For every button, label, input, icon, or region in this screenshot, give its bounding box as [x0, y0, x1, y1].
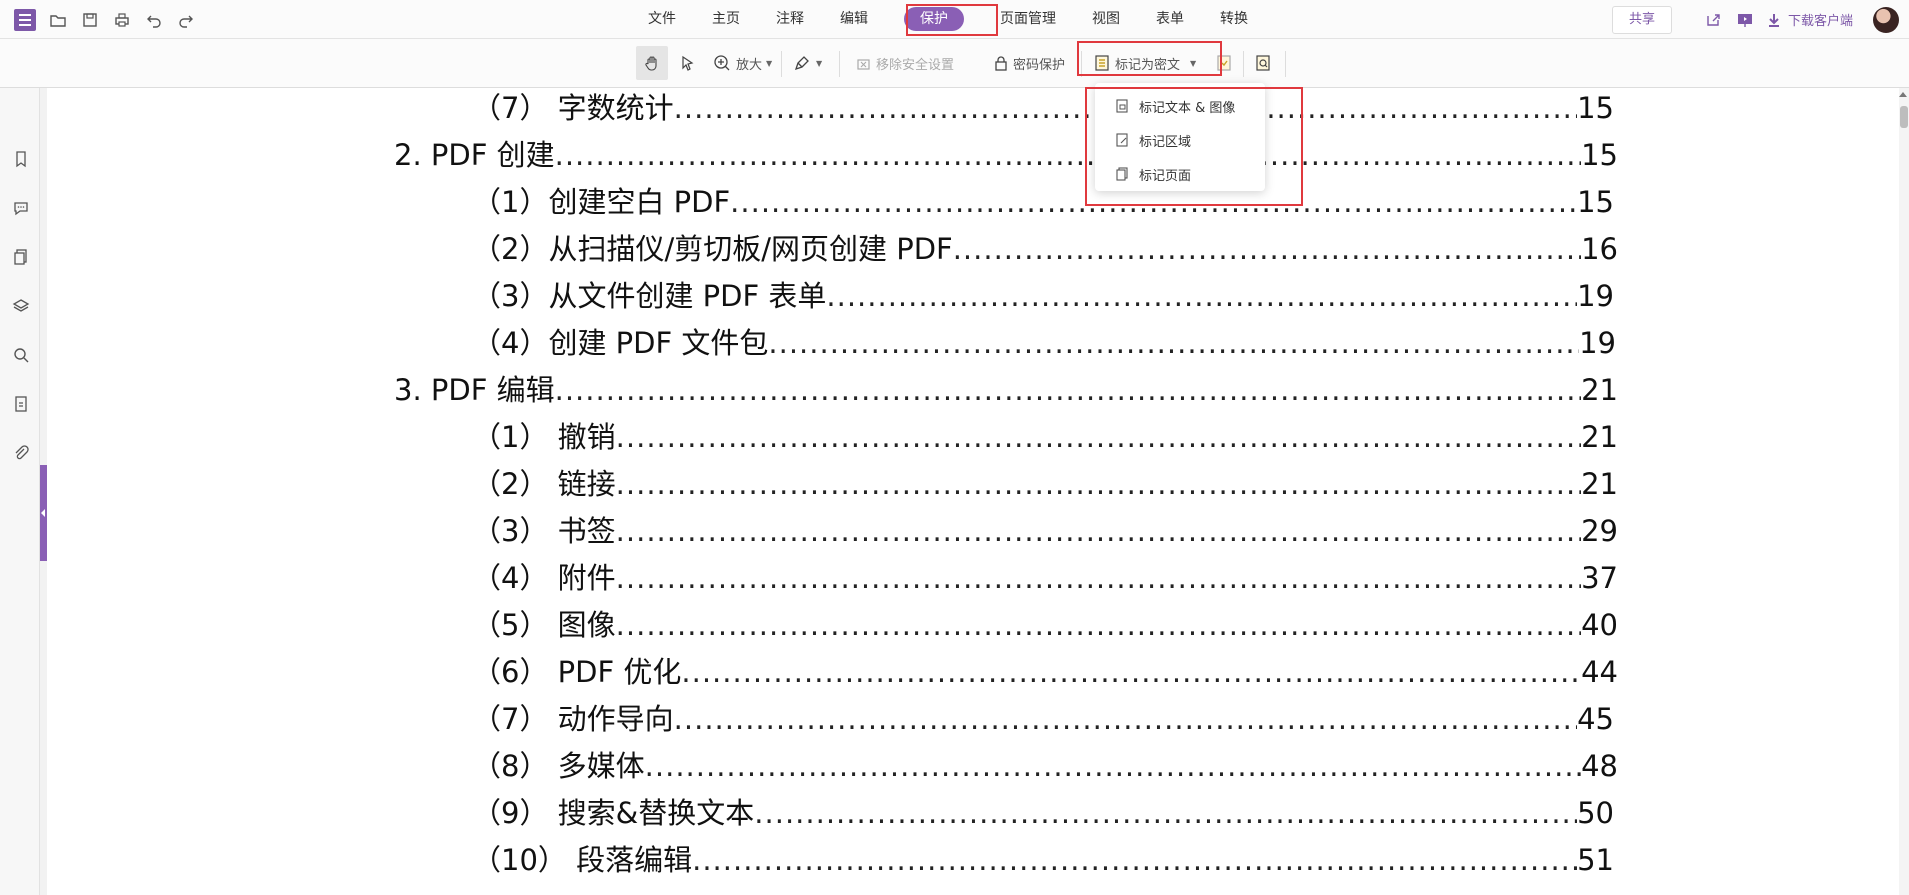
toc-entry-page: 15 — [1581, 138, 1618, 172]
toc-entry-page: 15 — [1577, 185, 1614, 219]
toc-entry-label: （1） 撤销 — [472, 420, 616, 454]
toc-entry-label: （3） 书签 — [472, 514, 616, 548]
pdf-editor-window: 文件 主页 注释 编辑 保护 页面管理 视图 表单 转换 共享 下载客户端 放大… — [0, 0, 1909, 895]
toc-entry-label: （4）创建 PDF 文件包 — [472, 326, 769, 360]
toc-entry[interactable]: （2）从扫描仪/剪切板/网页创建 PDF 16 — [472, 229, 1618, 269]
toc-entry-label: （7） 字数统计 — [472, 91, 674, 125]
toc-entry-page: 29 — [1581, 514, 1618, 548]
toc-entry-page: 15 — [1577, 91, 1614, 125]
toc-dot-leader — [681, 652, 1581, 692]
toc-dot-leader — [616, 605, 1581, 645]
toc-dot-leader — [616, 511, 1581, 551]
toc-dot-leader — [692, 840, 1577, 880]
toc-entry[interactable]: （5） 图像 40 — [472, 605, 1618, 645]
toc-entry[interactable]: （7） 动作导向 45 — [472, 699, 1614, 739]
scroll-up-arrow-icon[interactable] — [1899, 92, 1907, 97]
toc-entry-label: 3. PDF 编辑 — [394, 373, 555, 407]
toc-entry-label: （2）从扫描仪/剪切板/网页创建 PDF — [472, 232, 953, 266]
toc-dot-leader — [616, 417, 1581, 457]
toc-entry-label: （8） 多媒体 — [472, 749, 645, 783]
toc-entry[interactable]: （1） 撤销 21 — [472, 417, 1618, 457]
toc-entry[interactable]: （6） PDF 优化 44 — [472, 652, 1618, 692]
toc-entry-label: （7） 动作导向 — [472, 702, 674, 736]
vertical-scrollbar[interactable] — [1899, 88, 1909, 895]
toc-dot-leader — [768, 323, 1579, 363]
toc-entry[interactable]: （4） 附件 37 — [472, 558, 1618, 598]
toc-dot-leader — [953, 229, 1581, 269]
toc-entry-label: （3）从文件创建 PDF 表单 — [472, 279, 827, 313]
toc-entry-label: （5） 图像 — [472, 608, 616, 642]
table-of-contents: （7） 字数统计 15 2. PDF 创建 15 （1）创建空白 PDF 15 （2）… — [0, 0, 1909, 895]
toc-entry[interactable]: （9） 搜索&替换文本 50 — [472, 793, 1614, 833]
highlight-box-dropdown — [1085, 87, 1303, 206]
toc-entry[interactable]: （8） 多媒体 48 — [472, 746, 1618, 786]
toc-entry[interactable]: 2. PDF 创建 15 — [394, 135, 1618, 175]
toc-dot-leader — [616, 464, 1581, 504]
toc-entry[interactable]: （2） 链接 21 — [472, 464, 1618, 504]
toc-entry[interactable]: （1）创建空白 PDF 15 — [472, 182, 1614, 222]
toc-entry-page: 21 — [1581, 373, 1618, 407]
toc-dot-leader — [754, 793, 1577, 833]
toc-entry-label: （6） PDF 优化 — [472, 655, 682, 689]
toc-entry[interactable]: （3） 书签 29 — [472, 511, 1618, 551]
scrollbar-thumb[interactable] — [1900, 106, 1908, 128]
toc-entry[interactable]: （4）创建 PDF 文件包 19 — [472, 323, 1616, 363]
toc-entry-page: 50 — [1577, 796, 1614, 830]
toc-entry-label: 2. PDF 创建 — [394, 138, 555, 172]
toc-entry-page: 16 — [1581, 232, 1618, 266]
toc-dot-leader — [826, 276, 1577, 316]
toc-dot-leader — [555, 135, 1581, 175]
toc-entry-page: 19 — [1577, 279, 1614, 313]
toc-dot-leader — [616, 558, 1581, 598]
toc-entry[interactable]: （10） 段落编辑 51 — [472, 840, 1614, 880]
toc-entry-page: 21 — [1581, 420, 1618, 454]
toc-entry-label: （4） 附件 — [472, 561, 616, 595]
toc-entry[interactable]: （7） 字数统计 15 — [472, 88, 1614, 128]
toc-dot-leader — [645, 746, 1581, 786]
toc-dot-leader — [674, 699, 1577, 739]
toc-entry-page: 45 — [1577, 702, 1614, 736]
toc-entry-page: 44 — [1581, 655, 1618, 689]
toc-dot-leader — [555, 370, 1581, 410]
toc-entry-page: 40 — [1581, 608, 1618, 642]
toc-entry-page: 51 — [1577, 843, 1614, 877]
toc-entry-page: 21 — [1581, 467, 1618, 501]
toc-entry-label: （9） 搜索&替换文本 — [472, 796, 755, 830]
toc-entry-label: （10） 段落编辑 — [472, 843, 693, 877]
toc-entry-page: 37 — [1581, 561, 1618, 595]
toc-entry-page: 19 — [1579, 326, 1616, 360]
toc-entry[interactable]: （3）从文件创建 PDF 表单 19 — [472, 276, 1614, 316]
toc-entry[interactable]: 3. PDF 编辑 21 — [394, 370, 1618, 410]
toc-entry-page: 48 — [1581, 749, 1618, 783]
toc-entry-label: （2） 链接 — [472, 467, 616, 501]
toc-entry-label: （1）创建空白 PDF — [472, 185, 731, 219]
